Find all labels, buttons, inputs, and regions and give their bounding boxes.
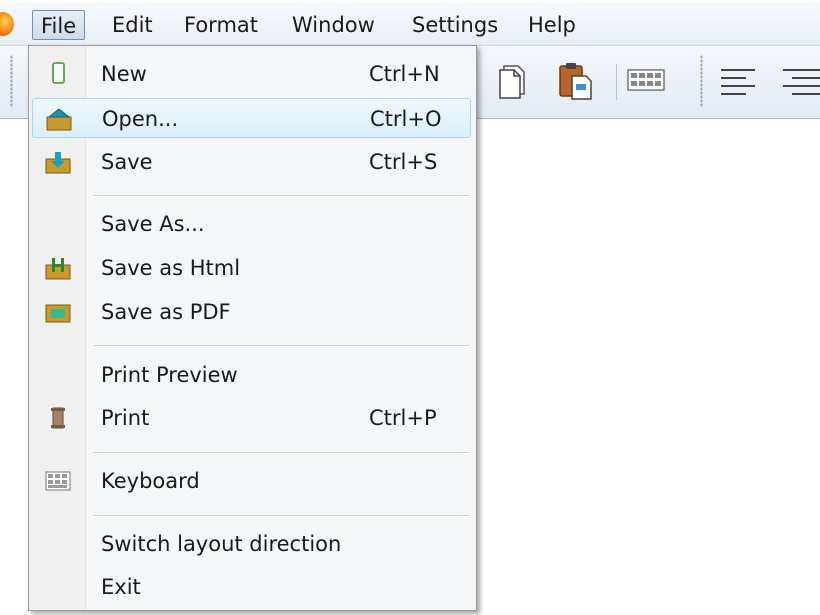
align-left-icon[interactable] — [718, 58, 758, 104]
menu-item-save-as-html[interactable]: Save as Html — [32, 248, 471, 288]
toolbar-grip[interactable] — [10, 55, 13, 107]
menu-separator — [93, 515, 469, 517]
menu-item-new[interactable]: New Ctrl+N — [32, 54, 471, 94]
toolbar-grip[interactable] — [700, 55, 703, 107]
menu-item-label: New — [101, 62, 147, 86]
menu-item-save-as[interactable]: Save As... — [32, 204, 471, 244]
menu-separator — [93, 195, 469, 197]
file-menu-dropdown: New Ctrl+N Open... Ctrl+O Save Ctrl+S Sa… — [28, 45, 477, 611]
menu-item-label: Print Preview — [101, 363, 238, 387]
menu-item-label: Save as Html — [101, 256, 241, 280]
app-window: File Edit Format Window Settings Help Ne… — [0, 0, 820, 615]
menu-item-label: Open... — [102, 107, 179, 131]
menu-item-shortcut: Ctrl+O — [370, 107, 442, 131]
toolbar-separator — [616, 64, 617, 100]
menu-item-keyboard[interactable]: Keyboard — [32, 461, 471, 501]
save-pdf-icon — [45, 300, 71, 324]
menu-item-switch-layout-direction[interactable]: Switch layout direction — [32, 524, 471, 564]
menu-item-label: Save — [101, 150, 153, 174]
menu-item-shortcut: Ctrl+N — [369, 62, 440, 86]
menu-window[interactable]: Window — [284, 10, 383, 40]
menu-item-print[interactable]: Print Ctrl+P — [32, 398, 471, 438]
menu-item-save-as-pdf[interactable]: Save as PDF — [32, 292, 471, 332]
menu-item-label: Save As... — [101, 212, 205, 236]
menu-item-save[interactable]: Save Ctrl+S — [32, 142, 471, 182]
menubar: File Edit Format Window Settings Help — [0, 3, 820, 46]
menu-format[interactable]: Format — [176, 10, 266, 40]
menu-item-label: Save as PDF — [101, 300, 231, 324]
menu-separator — [93, 345, 469, 347]
menu-file[interactable]: File — [32, 10, 86, 40]
save-html-icon — [45, 256, 71, 280]
new-document-icon — [45, 62, 71, 86]
menu-edit[interactable]: Edit — [104, 10, 161, 40]
menu-item-print-preview[interactable]: Print Preview — [32, 355, 471, 395]
app-logo-icon — [0, 12, 14, 36]
menu-item-shortcut: Ctrl+P — [369, 406, 437, 430]
menu-separator — [93, 452, 469, 454]
save-icon — [45, 150, 71, 174]
menu-item-label: Exit — [101, 575, 141, 599]
keyboard-icon[interactable] — [626, 58, 666, 104]
keyboard-icon — [45, 469, 71, 493]
open-folder-icon — [46, 107, 72, 131]
paste-icon[interactable] — [556, 58, 596, 104]
menu-item-label: Switch layout direction — [101, 532, 342, 556]
copy-icon[interactable] — [494, 58, 534, 104]
menu-item-exit[interactable]: Exit — [32, 567, 471, 607]
menu-item-label: Keyboard — [101, 469, 200, 493]
menu-settings[interactable]: Settings — [404, 10, 506, 40]
menu-item-shortcut: Ctrl+S — [369, 150, 438, 174]
menu-item-label: Print — [101, 406, 150, 430]
align-right-icon[interactable] — [780, 58, 820, 104]
print-icon — [45, 406, 71, 430]
menu-item-open[interactable]: Open... Ctrl+O — [32, 98, 471, 138]
menu-help[interactable]: Help — [520, 10, 584, 40]
